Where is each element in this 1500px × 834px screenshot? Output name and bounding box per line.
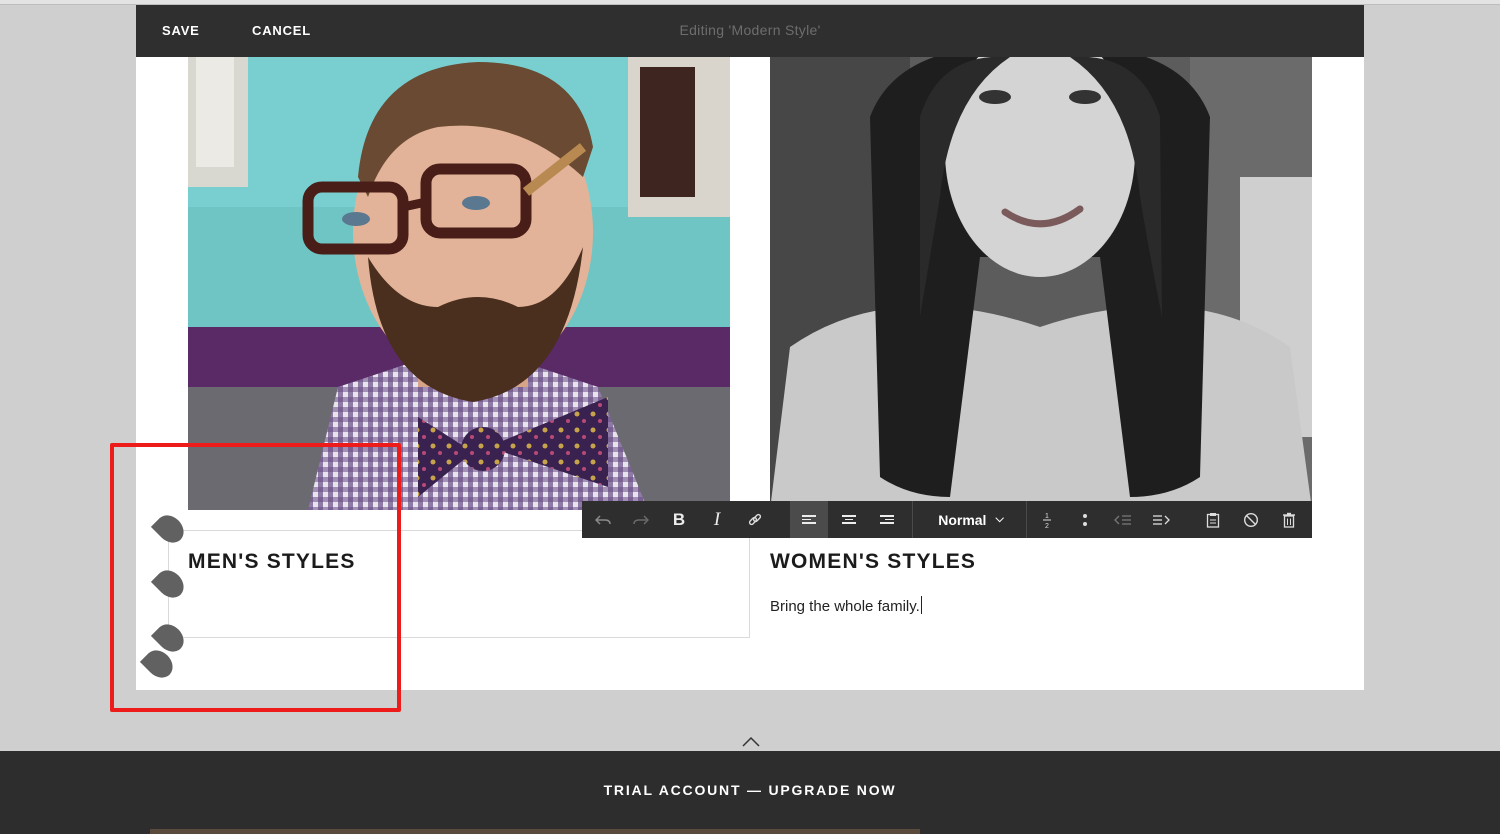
highlight-annotation — [110, 443, 401, 712]
align-right-button[interactable] — [870, 501, 904, 538]
italic-icon: I — [713, 508, 721, 530]
toolbar-separator — [912, 501, 913, 538]
unordered-list-icon — [1083, 513, 1087, 526]
format-select[interactable]: Normal ⌵ — [920, 501, 1022, 538]
womens-styles-body[interactable]: Bring the whole family. — [770, 596, 922, 615]
unordered-list-button[interactable] — [1068, 501, 1102, 538]
upgrade-now-link[interactable]: TRIAL ACCOUNT — UPGRADE NOW — [0, 782, 1500, 798]
chevron-down-icon: ⌵ — [995, 513, 1004, 525]
align-right-icon — [880, 515, 894, 524]
redo-button[interactable] — [626, 501, 656, 538]
indent-button[interactable] — [1144, 501, 1178, 538]
outdent-button[interactable] — [1106, 501, 1140, 538]
chevron-up-icon[interactable] — [741, 735, 761, 749]
text-format-toolbar: B I Normal ⌵ 12 — [582, 501, 1312, 538]
ordered-list-icon: 12 — [1043, 513, 1051, 529]
womens-styles-heading[interactable]: WOMEN'S STYLES — [770, 550, 976, 574]
trial-footer: TRIAL ACCOUNT — UPGRADE NOW — [0, 751, 1500, 834]
womens-body-text: Bring the whole family. — [770, 598, 920, 615]
trash-icon — [1283, 512, 1295, 528]
womens-photo-illustration — [770, 57, 1312, 510]
text-caret — [920, 596, 922, 614]
align-left-button[interactable] — [790, 501, 828, 538]
bold-button[interactable]: B — [664, 501, 694, 538]
svg-text:2: 2 — [1045, 523, 1049, 529]
bold-icon: B — [672, 509, 686, 529]
paste-icon — [1206, 512, 1220, 528]
italic-button[interactable]: I — [702, 501, 732, 538]
ordered-list-button[interactable]: 12 — [1030, 501, 1064, 538]
redo-icon — [633, 514, 649, 525]
align-center-icon — [842, 515, 856, 524]
format-select-value: Normal — [938, 511, 987, 528]
undo-icon — [595, 514, 611, 525]
undo-button[interactable] — [588, 501, 618, 538]
toolbar-separator — [1026, 501, 1027, 538]
editing-bar: SAVE CANCEL Editing 'Modern Style' — [136, 5, 1364, 57]
indent-icon — [1153, 514, 1170, 525]
editing-title: Editing 'Modern Style' — [679, 22, 821, 38]
link-icon — [748, 513, 762, 525]
delete-block-button[interactable] — [1272, 501, 1306, 538]
paste-button[interactable] — [1196, 501, 1230, 538]
outdent-icon — [1114, 514, 1131, 525]
link-button[interactable] — [740, 501, 770, 538]
clear-format-icon — [1243, 512, 1259, 527]
womens-styles-image[interactable] — [770, 57, 1312, 510]
svg-text:1: 1 — [1045, 513, 1049, 520]
align-center-button[interactable] — [832, 501, 866, 538]
clear-format-button[interactable] — [1234, 501, 1268, 538]
footer-image-strip — [150, 829, 920, 834]
align-left-icon — [802, 515, 816, 524]
